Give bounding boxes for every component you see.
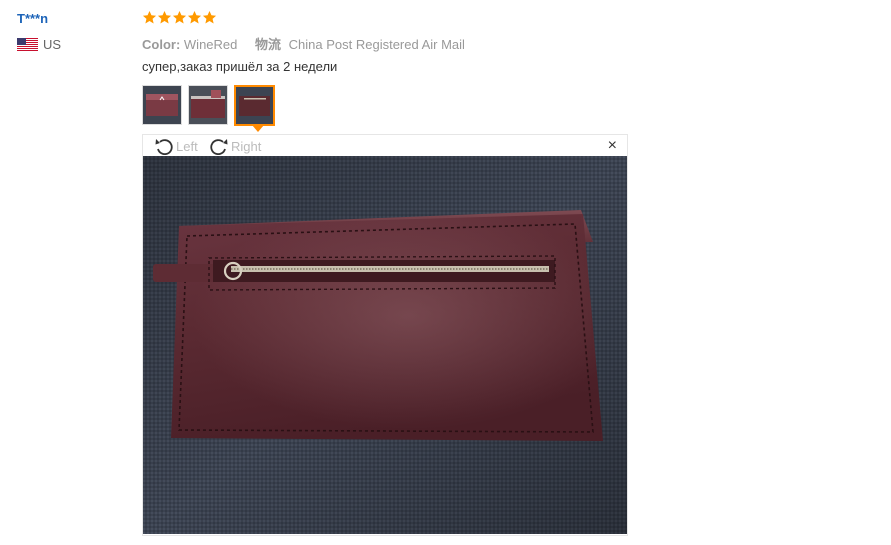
review-thumbnails: [142, 85, 275, 126]
color-label: Color:: [142, 37, 181, 52]
rotate-right-button[interactable]: Right: [209, 137, 261, 155]
reviewer-country: US: [17, 37, 61, 52]
review-thumbnail[interactable]: [142, 85, 182, 125]
rotate-right-label: Right: [231, 138, 262, 154]
close-viewer-button[interactable]: ×: [608, 138, 617, 154]
star-icon: [157, 10, 172, 24]
star-icon: [202, 10, 217, 24]
review-thumbnail-active[interactable]: [234, 85, 275, 126]
review-photo[interactable]: [143, 156, 627, 534]
rotate-left-label: Left: [176, 138, 198, 154]
viewer-toolbar: Left Right ×: [143, 135, 627, 156]
order-info: Color: WineRed 物流 China Post Registered …: [142, 34, 465, 53]
review-text: супер,заказ пришёл за 2 недели: [142, 59, 338, 74]
rotate-left-icon: [155, 139, 173, 155]
active-thumbnail-indicator: [252, 125, 264, 132]
rating-stars: [142, 10, 217, 25]
star-icon: [142, 10, 157, 24]
star-icon: [187, 10, 202, 24]
close-icon: ×: [607, 137, 617, 154]
review-thumbnail[interactable]: [188, 85, 228, 125]
image-viewer: Left Right ×: [142, 134, 628, 536]
color-value: WineRed: [183, 37, 238, 52]
rotate-right-icon: [210, 139, 228, 155]
rotate-left-button[interactable]: Left: [154, 137, 198, 155]
star-icon: [172, 10, 187, 24]
shipping-label: 物流: [255, 37, 282, 52]
country-code: US: [43, 37, 62, 52]
shipping-value: China Post Registered Air Mail: [288, 37, 465, 52]
reviewer-name[interactable]: T***n: [17, 11, 48, 26]
us-flag-icon: [17, 38, 38, 51]
